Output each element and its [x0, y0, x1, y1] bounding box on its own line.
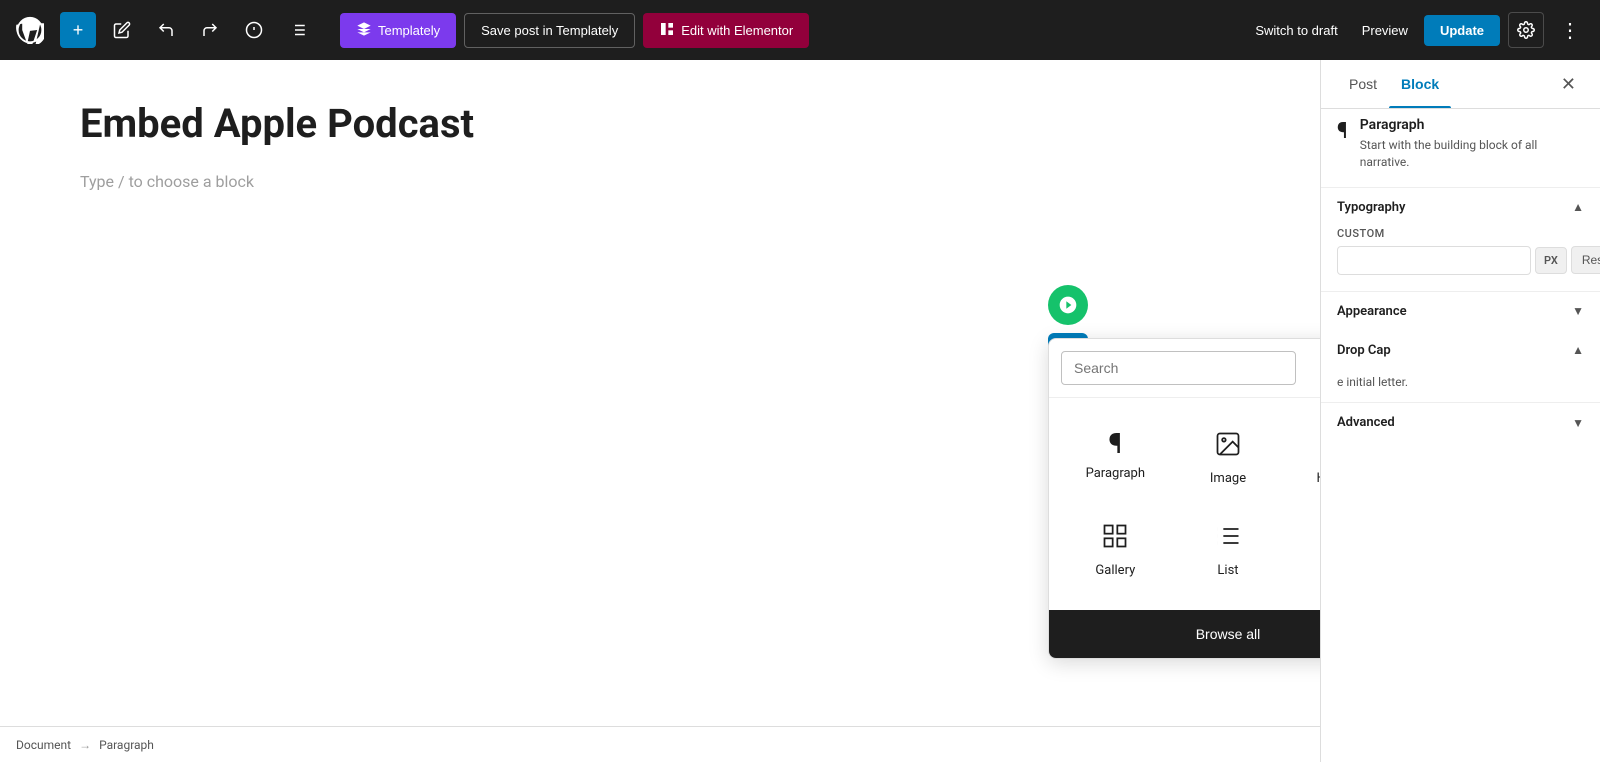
- advanced-label: Advanced: [1337, 415, 1395, 430]
- block-item-gallery[interactable]: Gallery: [1061, 506, 1170, 594]
- typography-controls: Custom PX Reset: [1321, 227, 1600, 291]
- browse-all-button[interactable]: Browse all: [1049, 610, 1320, 658]
- font-size-input[interactable]: [1337, 246, 1531, 275]
- paragraph-icon: ¶: [1108, 430, 1122, 458]
- preview-button[interactable]: Preview: [1354, 17, 1416, 44]
- settings-button[interactable]: [1508, 12, 1544, 48]
- gallery-label: Gallery: [1095, 563, 1135, 578]
- right-sidebar: Post Block ✕ ¶ Paragraph Start with the …: [1320, 60, 1600, 762]
- block-item-image[interactable]: Image: [1174, 414, 1283, 502]
- undo-button[interactable]: [148, 12, 184, 48]
- list-icon: [1214, 522, 1242, 555]
- block-item-list[interactable]: List: [1174, 506, 1283, 594]
- dropcap-text: e initial letter.: [1337, 374, 1584, 391]
- editor-area[interactable]: Embed Apple Podcast Type / to choose a b…: [0, 60, 1320, 762]
- block-item-heading[interactable]: Heading: [1286, 414, 1320, 502]
- sidebar-tabs: Post Block ✕: [1321, 60, 1600, 109]
- more-options-button[interactable]: ⋮: [1552, 12, 1588, 48]
- image-icon: [1214, 430, 1242, 463]
- post-title[interactable]: Embed Apple Podcast: [80, 100, 1240, 148]
- typography-label: Typography: [1337, 200, 1406, 215]
- custom-label: Custom: [1337, 227, 1584, 240]
- block-type-icon: ¶: [1337, 119, 1348, 144]
- block-placeholder[interactable]: Type / to choose a block: [80, 172, 1240, 191]
- grammarly-button[interactable]: [1048, 285, 1088, 325]
- dropcap-chevron-up: ▲: [1572, 343, 1584, 357]
- list-label: List: [1217, 563, 1238, 578]
- block-type-title: Paragraph: [1360, 117, 1584, 133]
- block-type-description: Start with the building block of all nar…: [1360, 137, 1584, 171]
- add-block-toolbar-button[interactable]: +: [60, 12, 96, 48]
- heading-label: Heading: [1317, 471, 1320, 486]
- advanced-chevron-down: ▼: [1572, 416, 1584, 430]
- wp-logo[interactable]: [12, 12, 48, 48]
- templately-button[interactable]: Templately: [340, 13, 456, 48]
- appearance-chevron-down: ▼: [1572, 304, 1584, 318]
- info-button[interactable]: [236, 12, 272, 48]
- redo-button[interactable]: [192, 12, 228, 48]
- templately-icon: [356, 21, 372, 40]
- dropcap-label: Drop Cap: [1337, 343, 1391, 358]
- save-templately-button[interactable]: Save post in Templately: [464, 13, 635, 48]
- typography-chevron-up: ▲: [1572, 200, 1584, 214]
- edit-mode-button[interactable]: [104, 12, 140, 48]
- search-row: [1049, 339, 1320, 398]
- bottom-bar: Document → Paragraph: [0, 726, 1320, 762]
- advanced-section-header[interactable]: Advanced ▼: [1321, 403, 1600, 442]
- list-view-button[interactable]: [280, 12, 316, 48]
- dropcap-description: e initial letter.: [1321, 370, 1600, 404]
- block-item-quote[interactable]: Quote: [1286, 506, 1320, 594]
- block-item-paragraph[interactable]: ¶ Paragraph: [1061, 414, 1170, 502]
- image-label: Image: [1210, 471, 1246, 486]
- block-type-details: Paragraph Start with the building block …: [1360, 117, 1584, 171]
- paragraph-label: Paragraph: [1086, 466, 1145, 481]
- switch-draft-button[interactable]: Switch to draft: [1247, 17, 1345, 44]
- close-sidebar-button[interactable]: ✕: [1553, 60, 1584, 108]
- main-toolbar: + Templately Save post in Templately Edi…: [0, 0, 1600, 60]
- block-search-input[interactable]: [1061, 351, 1296, 385]
- main-layout: Embed Apple Podcast Type / to choose a b…: [0, 60, 1600, 762]
- tab-block[interactable]: Block: [1389, 60, 1451, 108]
- tab-post[interactable]: Post: [1337, 60, 1389, 108]
- appearance-section-header[interactable]: Appearance ▼: [1321, 292, 1600, 331]
- elementor-button[interactable]: Edit with Elementor: [643, 13, 809, 48]
- appearance-label: Appearance: [1337, 304, 1407, 319]
- gallery-icon: [1101, 522, 1129, 555]
- dropcap-section-header[interactable]: Drop Cap ▲: [1321, 331, 1600, 370]
- search-wrapper: [1061, 351, 1320, 385]
- update-button[interactable]: Update: [1424, 15, 1500, 46]
- reset-button[interactable]: Reset: [1571, 246, 1600, 274]
- custom-size-row: PX Reset: [1337, 246, 1584, 275]
- breadcrumb-document[interactable]: Document: [16, 738, 71, 752]
- elementor-icon: [659, 21, 675, 40]
- block-type-info-row: ¶ Paragraph Start with the building bloc…: [1321, 109, 1600, 188]
- block-inserter-popup: ¶ Paragraph Image Heading: [1048, 338, 1320, 659]
- typography-section-header[interactable]: Typography ▲: [1321, 188, 1600, 227]
- unit-badge: PX: [1535, 247, 1567, 274]
- blocks-grid: ¶ Paragraph Image Heading: [1049, 398, 1320, 610]
- breadcrumb-separator: →: [79, 738, 91, 752]
- breadcrumb-paragraph[interactable]: Paragraph: [99, 738, 154, 752]
